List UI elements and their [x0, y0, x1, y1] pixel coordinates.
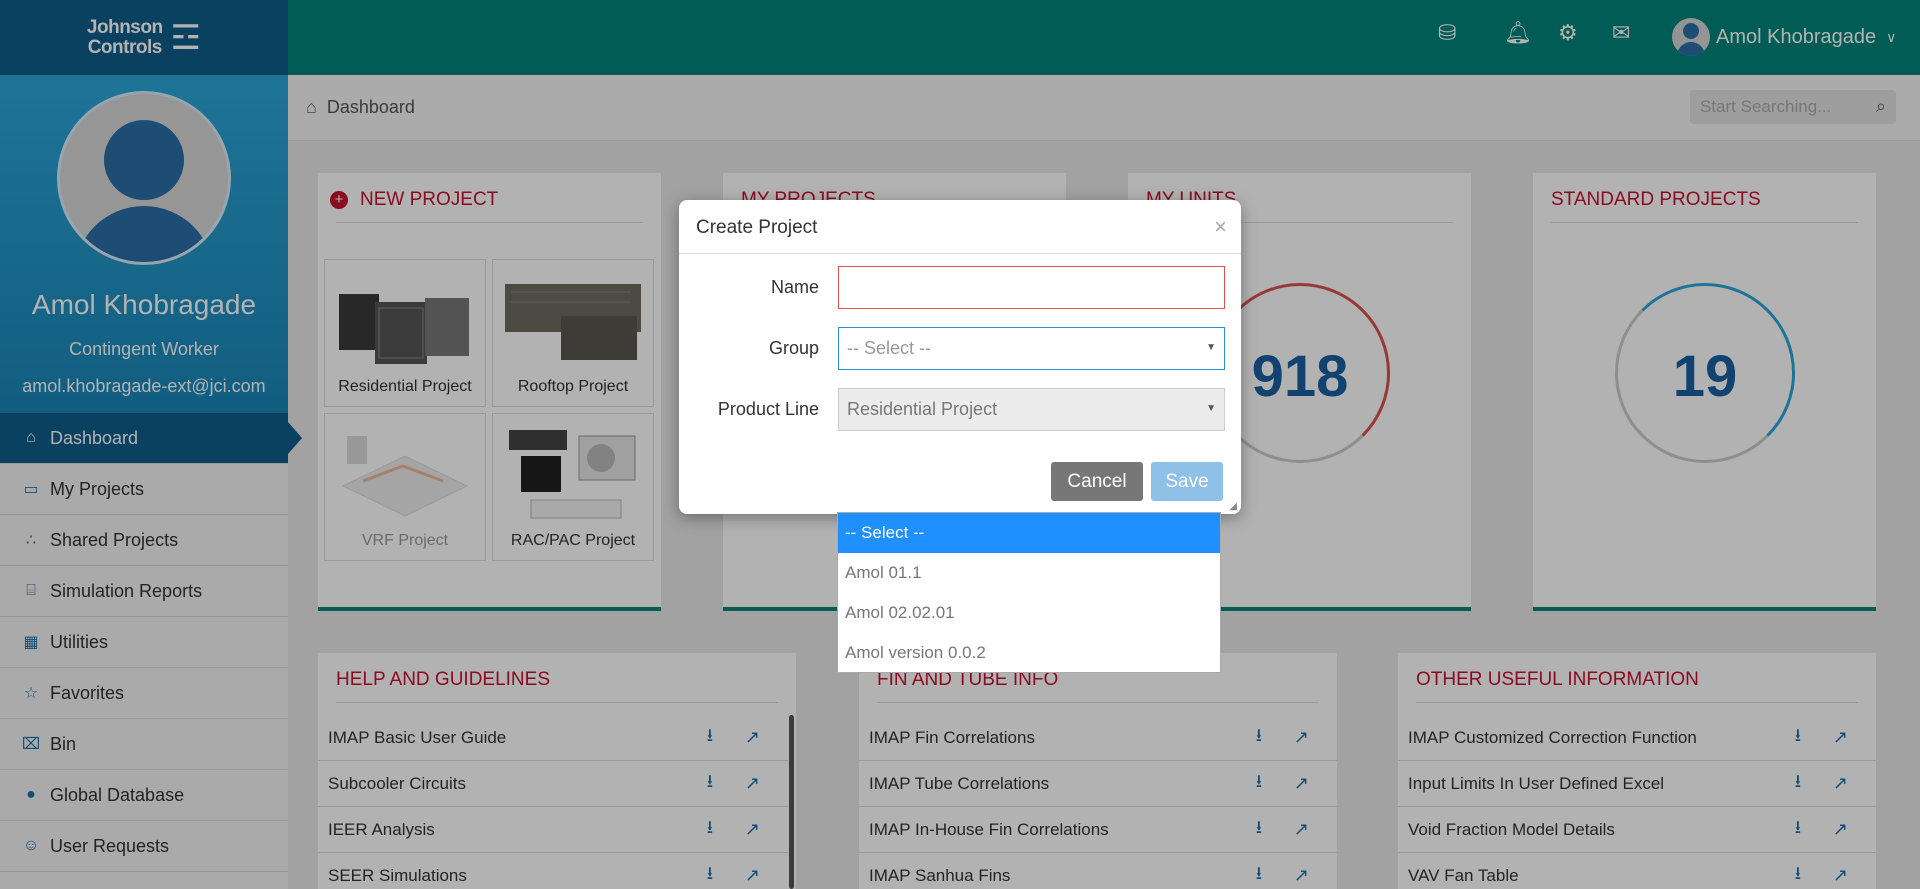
- caret-down-icon: ▼: [1206, 403, 1216, 414]
- cancel-button[interactable]: Cancel: [1051, 462, 1143, 501]
- group-label: Group: [768, 338, 819, 358]
- caret-down-icon: ▼: [1206, 342, 1216, 353]
- modal-title: Create Project: [696, 217, 818, 238]
- modal-header: Create Project ×: [679, 200, 1241, 254]
- product-line-select[interactable]: Residential Project ▼: [838, 388, 1225, 431]
- product-line-value: Residential Project: [847, 399, 998, 419]
- dropdown-option[interactable]: Amol version 0.0.2: [838, 633, 1220, 673]
- close-icon[interactable]: ×: [1214, 214, 1227, 240]
- name-input[interactable]: [838, 266, 1225, 309]
- resize-handle-icon[interactable]: ◢: [1229, 501, 1237, 512]
- create-project-modal: Create Project × Name Group -- Select --…: [679, 200, 1241, 514]
- name-label: Name: [770, 277, 819, 297]
- group-select-value: -- Select --: [847, 338, 932, 358]
- dropdown-option[interactable]: Amol 02.02.01: [838, 593, 1220, 633]
- dropdown-option[interactable]: Amol 01.1: [838, 553, 1220, 593]
- group-dropdown-list: -- Select -- Amol 01.1 Amol 02.02.01 Amo…: [837, 512, 1221, 673]
- product-line-label: Product Line: [717, 399, 819, 419]
- dropdown-option[interactable]: -- Select --: [838, 513, 1220, 553]
- save-button[interactable]: Save: [1151, 462, 1223, 501]
- group-select[interactable]: -- Select -- ▼: [838, 327, 1225, 370]
